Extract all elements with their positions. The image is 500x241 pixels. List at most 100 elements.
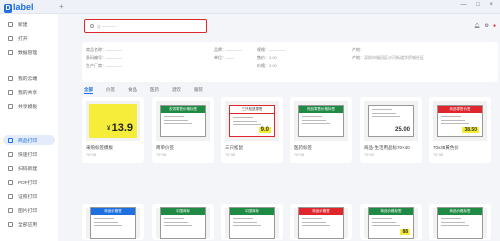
label-preview: 农饲零售价格标签 — [160, 105, 206, 137]
price-text: 25.00 — [394, 127, 410, 133]
pdf-icon — [8, 179, 13, 185]
template-name: 医药标签 — [294, 145, 312, 150]
template-card[interactable]: 商品价格签 — [290, 204, 352, 240]
new-tab-button[interactable]: + — [59, 2, 64, 11]
tab-3[interactable]: 医药 — [150, 87, 159, 94]
sidebar-item-label: 我的云端 — [18, 76, 38, 82]
template-size: 70*38 — [433, 153, 443, 157]
user-icon[interactable]: ● — [493, 23, 496, 29]
search-input[interactable]: Q ——— · — [84, 19, 207, 33]
info-key: 单位： — [214, 55, 226, 60]
label-header: 中国商标 — [161, 208, 205, 215]
sidebar-item-label: 快速打印 — [18, 152, 38, 158]
label-line — [441, 119, 465, 121]
template-card[interactable]: 13.9 ¥ 采购标签模板 70*38 — [82, 97, 144, 163]
label-preview: 商品价格签 — [90, 207, 136, 239]
template-card[interactable]: 25.00 商品-生活用品标70×40 70*40 — [360, 97, 422, 163]
template-card[interactable]: 三只松鼠零售 9.0 三只松鼠 70*38 — [221, 97, 283, 163]
label-preview: 中国商标 — [229, 207, 275, 239]
tab-2[interactable]: 食品 — [128, 87, 137, 94]
label-preview: 商品价格签 — [298, 207, 344, 239]
sidebar-item[interactable]: 新建 — [3, 19, 55, 29]
sidebar-item-label: 图片打印 — [18, 208, 38, 214]
tab-5[interactable]: 服装 — [194, 87, 203, 94]
label-line — [302, 218, 322, 219]
label-line — [372, 112, 396, 114]
tab-1[interactable]: 价签 — [106, 87, 115, 94]
template-thumbnail[interactable]: 商品价格签 — [86, 207, 140, 239]
label-header: 商品价格标签 — [438, 208, 482, 215]
info-field: 条码编号：———— — [86, 55, 122, 61]
info-value: —— — [226, 55, 234, 60]
sidebar-item[interactable]: PDF打印 — [3, 177, 55, 187]
settings-icon[interactable]: ⚙ — [484, 23, 488, 29]
label-line — [94, 221, 118, 223]
label-preview: 商品价格标签 88 — [368, 207, 414, 239]
label-line — [233, 225, 261, 226]
sidebar-item[interactable]: 证照打印 — [3, 191, 55, 201]
template-thumbnail[interactable]: 商品价格标签 — [433, 207, 487, 239]
tab-0[interactable]: 全部 — [84, 87, 93, 94]
template-card[interactable]: 药品零售价格标签 医药标签 70*38 — [290, 97, 352, 163]
template-thumbnail[interactable]: 三只松鼠零售 9.0 — [225, 101, 279, 141]
template-card[interactable]: 商品价格签 — [82, 204, 144, 240]
info-key: 产地： — [352, 55, 364, 60]
label-line — [94, 218, 114, 219]
main-area: Q ——— · 🔔︎ ⚙ ● 商品名称：———— 品牌：———— 规格：———— 产地… — [58, 14, 500, 241]
id-icon — [8, 193, 13, 199]
template-card[interactable]: 商品价格标签 88 — [360, 204, 422, 240]
label-preview: 商品零售价签 38.50 — [437, 105, 483, 137]
sidebar-item[interactable]: 扫码新建 — [3, 163, 55, 173]
info-field: 规格：———— — [257, 47, 285, 53]
template-thumbnail[interactable]: 中国商标 — [225, 207, 279, 239]
template-thumbnail[interactable]: 13.9 ¥ — [86, 101, 140, 141]
label-line — [372, 109, 392, 110]
template-name: 简单价签 — [156, 145, 174, 150]
template-name: 70x38黄色价 — [433, 145, 459, 150]
template-thumbnail[interactable]: 25.00 — [364, 101, 418, 141]
label-line — [233, 218, 253, 219]
label-line — [233, 221, 257, 223]
sidebar-item[interactable]: 我的共享 — [3, 87, 55, 97]
image-icon — [8, 207, 13, 213]
label-line — [233, 124, 261, 125]
info-field: 产地：深圳市福田区沙河街道华侨城社区 — [352, 55, 424, 61]
sidebar-item-label: 我的共享 — [18, 90, 38, 96]
info-key: 售价： — [257, 55, 269, 60]
sidebar-item[interactable]: 商品打印 — [3, 135, 55, 145]
sidebar-item[interactable]: 全部应用 — [3, 219, 55, 229]
sidebar-item[interactable]: 我的云端 — [3, 73, 55, 83]
template-thumbnail[interactable]: 农饲零售价格标签 — [156, 101, 210, 141]
sidebar-item-label: 扫码新建 — [18, 166, 38, 172]
template-thumbnail[interactable]: 商品价格签 — [294, 207, 348, 239]
sidebar-item[interactable]: 数据管理 — [3, 47, 55, 57]
bell-icon[interactable]: 🔔︎ — [474, 23, 480, 29]
sidebar-item-label: 新建 — [18, 22, 28, 28]
label-line — [441, 116, 461, 117]
sidebar-item[interactable]: 快速打印 — [3, 149, 55, 159]
template-card[interactable]: 中国商标 — [152, 204, 214, 240]
template-thumbnail[interactable]: 药品零售价格标签 — [294, 101, 348, 141]
sidebar-item[interactable]: 打开 — [3, 33, 55, 43]
info-key: 产地： — [352, 47, 364, 52]
sidebar-item[interactable]: 图片打印 — [3, 205, 55, 215]
template-thumbnail[interactable]: 商品零售价签 38.50 — [433, 101, 487, 141]
info-key: 条码编号： — [86, 55, 106, 60]
template-thumbnail[interactable]: 商品价格标签 88 — [364, 207, 418, 239]
template-name: 商品-生活用品标70×40 — [364, 145, 410, 150]
info-value: ———— — [106, 55, 122, 60]
template-card[interactable]: 商品零售价签 38.50 70x38黄色价 70*38 — [429, 97, 491, 163]
app-logo: Dlabel — [4, 2, 34, 13]
label-line — [372, 221, 396, 223]
tab-4[interactable]: 酒饮 — [172, 87, 181, 94]
label-line — [164, 123, 192, 124]
window-controls[interactable]: — □ × — [461, 2, 497, 8]
template-thumbnail[interactable]: 中国商标 — [156, 207, 210, 239]
label-header: 中国商标 — [230, 208, 274, 215]
label-header: 商品价格签 — [299, 208, 343, 215]
template-card[interactable]: 商品价格标签 — [429, 204, 491, 240]
template-card[interactable]: 中国商标 — [221, 204, 283, 240]
template-card[interactable]: 农饲零售价格标签简单价签 70*38 — [152, 97, 214, 163]
template-size: 70*38 — [156, 153, 166, 157]
sidebar-item[interactable]: 共享模板 — [3, 101, 55, 111]
